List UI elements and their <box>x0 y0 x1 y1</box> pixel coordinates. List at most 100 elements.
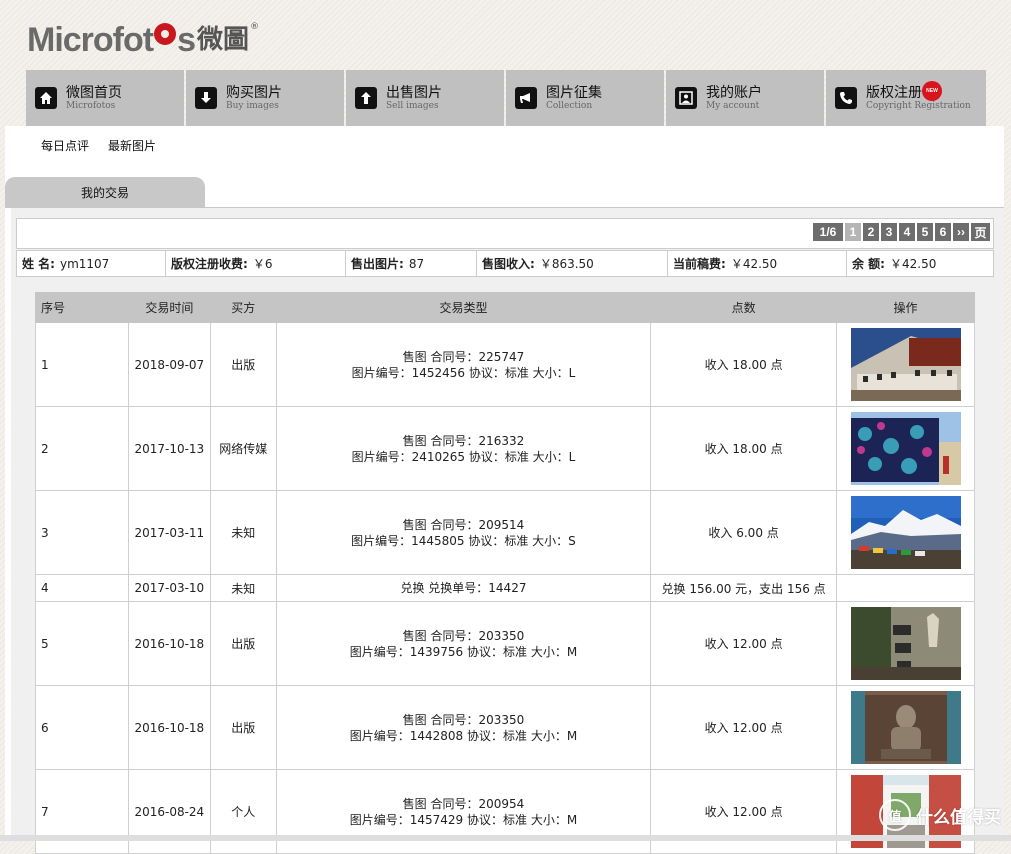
nav-item-buy[interactable]: 购买图片 Buy images <box>186 70 344 126</box>
logo-cn-text: 微圖 <box>197 25 250 55</box>
table-row: 6 2016-10-18 出版 售图 合同号：203350 图片编号：1442808 协… <box>35 685 975 770</box>
account-icon <box>675 87 697 109</box>
cell-date: 2017-03-10 <box>127 574 211 602</box>
nav-label: 我的账户 <box>706 84 762 101</box>
table-row: 1 2018-09-07 出版 售图 合同号：225747 图片编号：1452456 协… <box>35 322 975 407</box>
sub-nav: 每日点评 最新图片 <box>41 137 156 154</box>
summary-label: 售出图片: <box>351 257 404 271</box>
summary-label: 姓 名: <box>22 257 55 271</box>
pagination: 1/6 1 2 3 4 5 6 ›› 页 <box>813 223 990 241</box>
download-icon <box>195 87 217 109</box>
cell-points: 收入 18.00 点 <box>650 406 837 491</box>
summary-value: ￥42.50 <box>889 257 937 271</box>
cell-type: 售图 合同号：203350 图片编号：1442808 协议：标准 大小：M <box>275 685 652 770</box>
image-thumbnail[interactable] <box>850 607 961 680</box>
image-thumbnail[interactable] <box>850 328 961 401</box>
type-line: 图片编号：1445805 协议：标准 大小：S <box>351 533 576 548</box>
cell-points: 收入 12.00 点 <box>650 685 837 770</box>
cell-no: 2 <box>35 406 129 491</box>
trades-content: 1/6 1 2 3 4 5 6 ›› 页 姓 名: ym1107 版权注册收费: ￥… <box>11 208 1004 854</box>
cell-action <box>836 685 975 770</box>
table-row: 5 2016-10-18 出版 售图 合同号：203350 图片编号：1439756 协… <box>35 601 975 686</box>
nav-sublabel: Collection <box>546 100 593 111</box>
account-summary: 姓 名: ym1107 版权注册收费: ￥6 售出图片: 87 售图收入: ￥863.5… <box>16 250 994 277</box>
summary-balance: 余 额: ￥42.50 <box>847 251 993 276</box>
next-page-button[interactable]: ›› <box>953 223 969 241</box>
cell-no: 6 <box>35 685 129 770</box>
column-header: 序号 <box>35 292 129 323</box>
new-badge: NEW <box>922 81 942 101</box>
cell-date: 2016-10-18 <box>127 685 211 770</box>
summary-value: ym1107 <box>59 256 110 271</box>
summary-value: 87 <box>408 256 425 271</box>
megaphone-icon <box>515 87 537 109</box>
pagination-bar: 1/6 1 2 3 4 5 6 ›› 页 <box>16 218 994 249</box>
cell-date: 2016-10-18 <box>127 601 211 686</box>
page-link[interactable]: 4 <box>899 223 915 241</box>
logo-aperture-icon <box>154 23 177 45</box>
image-thumbnail[interactable] <box>850 691 961 764</box>
column-header: 买方 <box>209 292 277 323</box>
type-line: 图片编号：1457429 协议：标准 大小：M <box>349 812 578 827</box>
page-link[interactable]: 5 <box>917 223 933 241</box>
cell-action <box>836 322 975 407</box>
upload-icon <box>355 87 377 109</box>
cell-type: 售图 合同号：225747 图片编号：1452456 协议：标准 大小：L <box>275 322 652 407</box>
summary-label: 版权注册收费: <box>171 257 248 271</box>
type-line: 售图 合同号：203350 <box>402 628 525 643</box>
page-indicator: 1/6 <box>813 223 843 241</box>
summary-label: 售图收入: <box>482 257 535 271</box>
type-line: 售图 合同号：200954 <box>402 796 525 811</box>
cell-date: 2018-09-07 <box>127 322 211 407</box>
page-link[interactable]: 1 <box>845 223 861 241</box>
subnav-link-daily-review[interactable]: 每日点评 <box>41 137 89 154</box>
summary-payout: 当前稿费: ￥42.50 <box>668 251 847 276</box>
cell-points: 兑换 156.00 元，支出 156 点 <box>650 574 837 602</box>
page-link[interactable]: 6 <box>935 223 951 241</box>
watermark-logo-icon: 值 <box>879 799 911 831</box>
table-row: 2 2017-10-13 网络传媒 售图 合同号：216332 图片编号：2410265… <box>35 406 975 491</box>
cell-type: 售图 合同号：203350 图片编号：1439756 协议：标准 大小：M <box>275 601 652 686</box>
page-link[interactable]: 3 <box>881 223 897 241</box>
table-header-row: 序号 交易时间 买方 交易类型 点数 操作 <box>35 292 975 323</box>
page-go-button[interactable]: 页 <box>971 223 990 241</box>
cell-buyer: 出版 <box>209 601 277 686</box>
nav-sublabel: Buy images <box>226 100 279 111</box>
subnav-link-latest-images[interactable]: 最新图片 <box>108 137 156 154</box>
nav-label: 出售图片 <box>386 84 442 101</box>
cell-points: 收入 18.00 点 <box>650 322 837 407</box>
watermark-text: 什么值得买 <box>916 807 1001 828</box>
cell-buyer: 网络传媒 <box>209 406 277 491</box>
cell-date: 2017-10-13 <box>127 406 211 491</box>
cell-action <box>836 601 975 686</box>
cell-date: 2017-03-11 <box>127 490 211 575</box>
summary-value: ￥42.50 <box>730 257 778 271</box>
cell-points: 收入 12.00 点 <box>650 601 837 686</box>
microfotos-logo[interactable]: Microfot s 微圖 ® <box>27 20 259 60</box>
type-line: 售图 合同号：225747 <box>402 349 525 364</box>
nav-label: 购买图片 <box>226 84 282 101</box>
logo-text: Microfot <box>27 21 154 59</box>
nav-item-collection[interactable]: 图片征集 Collection <box>506 70 664 126</box>
page-link[interactable]: 2 <box>863 223 879 241</box>
nav-item-account[interactable]: 我的账户 My account <box>666 70 824 126</box>
main-panel: 每日点评 最新图片 我的交易 1/6 1 2 3 4 5 6 ›› 页 姓 名:… <box>5 126 1004 854</box>
image-thumbnail[interactable] <box>850 412 961 485</box>
summary-value: ￥6 <box>252 257 273 271</box>
cell-no: 1 <box>35 322 129 407</box>
tab-my-trades[interactable]: 我的交易 <box>5 177 205 207</box>
nav-item-home[interactable]: 微图首页 Microfotos <box>26 70 184 126</box>
nav-item-sell[interactable]: 出售图片 Sell images <box>346 70 504 126</box>
nav-sublabel: My account <box>706 100 760 111</box>
type-line: 图片编号：1442808 协议：标准 大小：M <box>349 728 578 743</box>
nav-label: 版权注册 <box>866 84 922 101</box>
summary-sold: 售出图片: 87 <box>346 251 477 276</box>
summary-name: 姓 名: ym1107 <box>17 251 166 276</box>
cell-buyer: 出版 <box>209 322 277 407</box>
cell-buyer: 出版 <box>209 685 277 770</box>
image-thumbnail[interactable] <box>850 496 961 569</box>
nav-sublabel: Copyright Registration <box>866 100 971 111</box>
table-row: 4 2017-03-10 未知 兑换 兑换单号：14427 兑换 156.00 元，支出… <box>35 574 975 602</box>
nav-item-copyright[interactable]: 版权注册 Copyright Registration NEW <box>826 70 986 126</box>
cell-no: 5 <box>35 601 129 686</box>
